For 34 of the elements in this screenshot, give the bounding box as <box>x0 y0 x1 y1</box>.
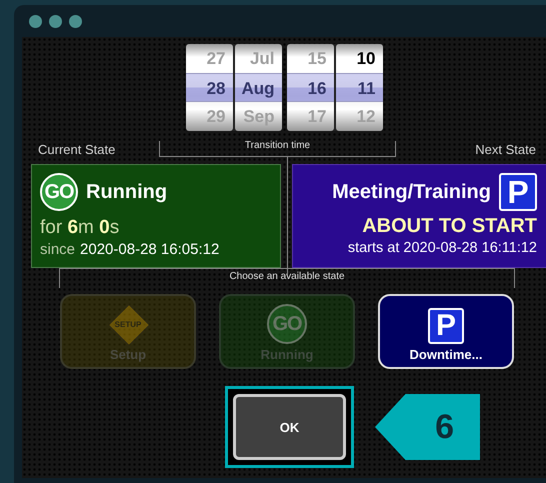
state-title: Running <box>86 180 168 204</box>
state-title: Meeting/Training <box>332 180 491 204</box>
picker-value[interactable]: 15 <box>286 44 334 73</box>
start-time: starts at 2020-08-28 16:11:12 <box>346 240 537 256</box>
picker-value[interactable]: 28 <box>186 73 232 102</box>
picker-wheel[interactable]: 10 11 12 <box>336 44 382 131</box>
duration-text: for 6m 0s <box>40 217 120 239</box>
state-button[interactable]: P Downtime... <box>378 294 514 369</box>
picker-value[interactable]: 11 <box>336 73 382 102</box>
bracket-caption: Transition time <box>159 141 396 157</box>
bracket-caption: Choose an available state <box>59 268 515 288</box>
section-heading: Next State <box>474 143 537 157</box>
go-sign: GO <box>267 304 307 344</box>
setup-sign: SETUP <box>108 304 148 344</box>
since-time: 2020-08-28 16:05:12 <box>80 241 220 258</box>
step-callout: 6 <box>375 394 480 460</box>
picker-wheel[interactable]: Jul Aug Sep <box>234 44 282 131</box>
window-dot[interactable] <box>29 14 42 28</box>
picker-wheel[interactable]: 15 16 17 <box>286 44 334 131</box>
picker-value[interactable]: 16 <box>286 73 334 102</box>
picker-value[interactable]: 27 <box>186 44 232 73</box>
window-dot[interactable] <box>69 14 82 28</box>
go-sign: GO <box>40 173 78 211</box>
picker-value[interactable]: 10 <box>336 44 382 73</box>
picker-wheel[interactable]: 27 28 29 <box>186 44 232 131</box>
parking-sign: P <box>499 173 537 211</box>
since-label: since <box>40 241 76 258</box>
picker-value[interactable]: Jul <box>234 44 282 73</box>
parking-sign: P <box>428 308 464 344</box>
ok-button[interactable]: OK <box>233 394 346 460</box>
picker-value[interactable]: Aug <box>234 73 282 102</box>
window-dot[interactable] <box>49 14 62 28</box>
status-text: ABOUT TO START <box>361 215 537 238</box>
section-heading: Current State <box>37 143 116 157</box>
